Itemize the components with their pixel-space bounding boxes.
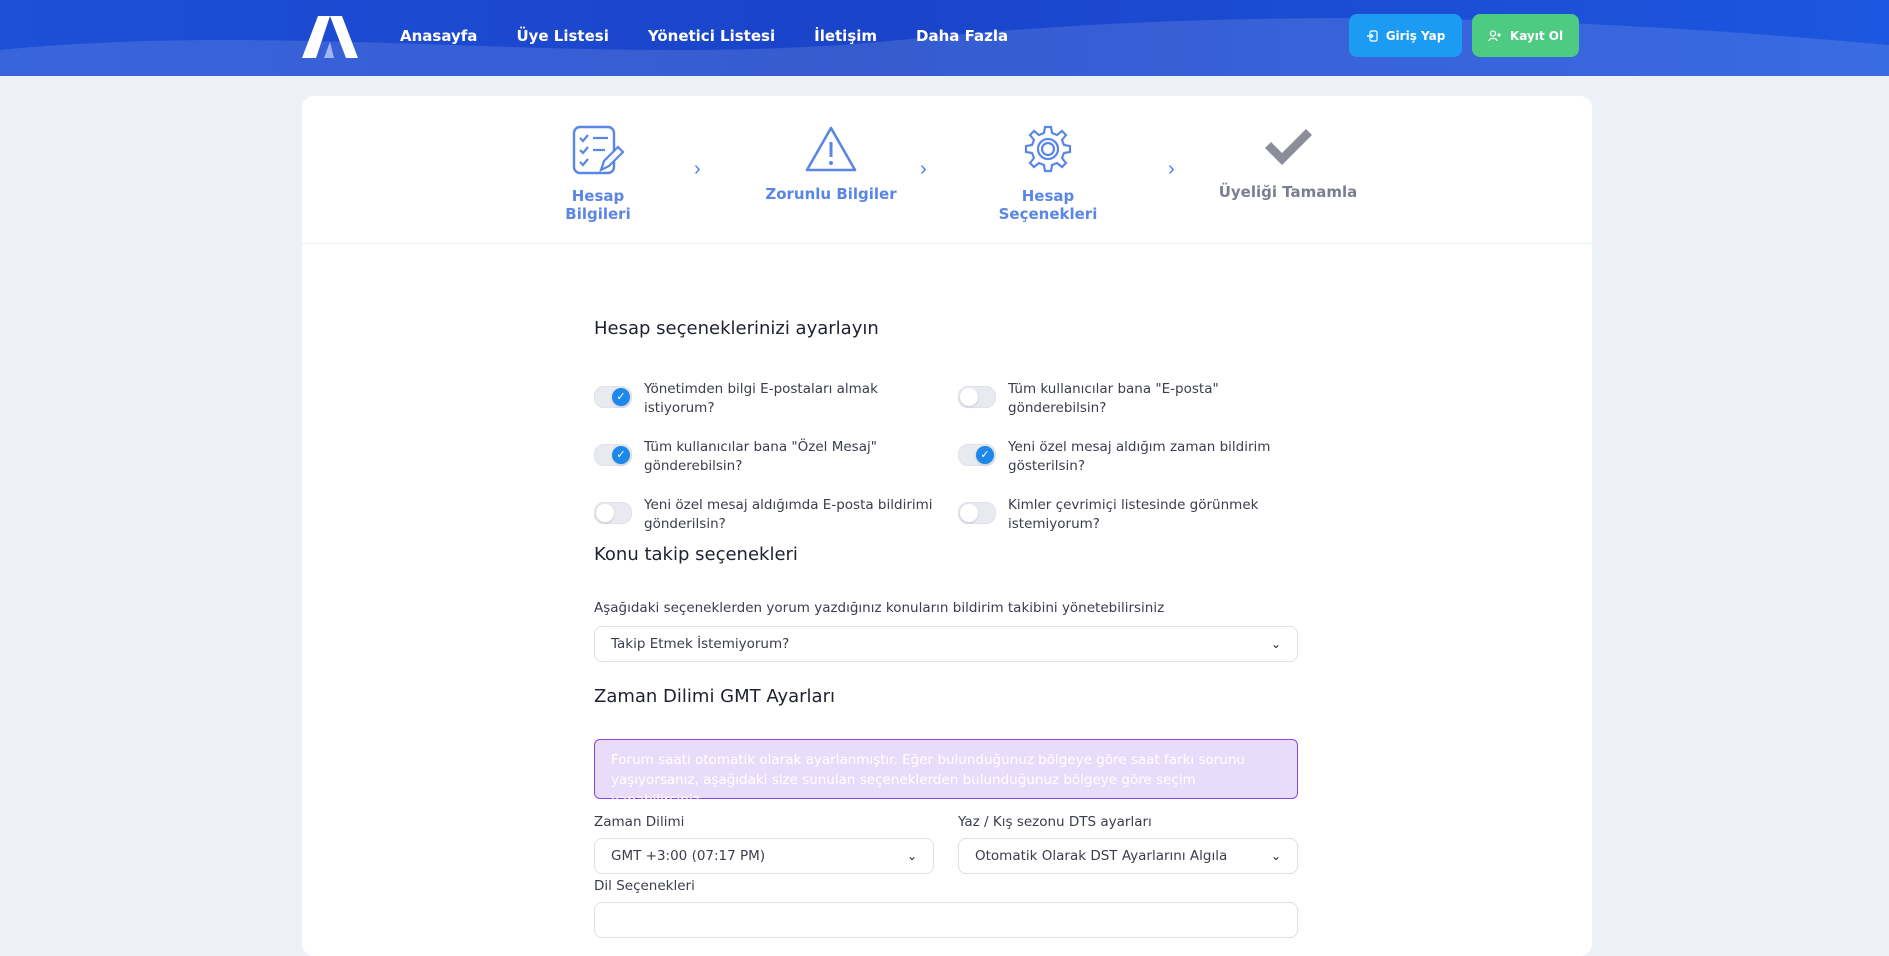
language-select[interactable] bbox=[594, 902, 1298, 938]
step-arrow-icon: › bbox=[694, 158, 701, 180]
select-value: Otomatik Olarak DST Ayarlarını Algıla bbox=[975, 848, 1228, 864]
check-icon: ✓ bbox=[976, 446, 994, 464]
register-button[interactable]: Kayıt Ol bbox=[1472, 14, 1579, 57]
step-required-info: Zorunlu Bilgiler bbox=[756, 124, 906, 203]
option-label: Tüm kullanıcılar bana "Özel Mesaj" gönde… bbox=[644, 439, 877, 474]
top-header: Anasayfa Üye Listesi Yönetici Listesi İl… bbox=[0, 0, 1889, 76]
checkmark-icon bbox=[1265, 129, 1312, 165]
toggle-switch[interactable] bbox=[958, 386, 996, 408]
registration-steps: Hesap Bilgileri › Zorunlu Bilgiler › Hes… bbox=[302, 96, 1592, 244]
dst-select[interactable]: Otomatik Olarak DST Ayarlarını Algıla ⌄ bbox=[958, 838, 1298, 874]
topic-description: Aşağıdaki seçeneklerden yorum yazdığınız… bbox=[594, 600, 1165, 616]
toggle-switch[interactable]: ✓ bbox=[958, 444, 996, 466]
option-pm-email-notification[interactable]: Yeni özel mesaj aldığımda E-posta bildir… bbox=[594, 496, 944, 534]
gear-icon bbox=[1024, 125, 1072, 173]
option-label: Yeni özel mesaj aldığımda E-posta bildir… bbox=[644, 497, 933, 532]
option-label: Yönetimden bilgi E-postaları almak istiy… bbox=[644, 381, 878, 416]
nav-more[interactable]: Daha Fazla bbox=[916, 27, 1008, 45]
check-icon: ✓ bbox=[612, 388, 630, 406]
login-button[interactable]: Giriş Yap bbox=[1349, 14, 1462, 57]
chevron-down-icon: ⌄ bbox=[1270, 637, 1281, 651]
step-arrow-icon: › bbox=[920, 158, 927, 180]
registration-card: Hesap Bilgileri › Zorunlu Bilgiler › Hes… bbox=[302, 96, 1592, 956]
nav-home[interactable]: Anasayfa bbox=[400, 27, 477, 45]
option-pm-notification[interactable]: ✓ Yeni özel mesaj aldığım zaman bildirim… bbox=[958, 438, 1308, 476]
step-label: Hesap Seçenekleri bbox=[998, 187, 1098, 223]
timezone-title: Zaman Dilimi GMT Ayarları bbox=[594, 686, 835, 707]
checklist-icon bbox=[572, 125, 625, 175]
dst-label: Yaz / Kış sezonu DTS ayarları bbox=[958, 814, 1152, 830]
option-label: Kimler çevrimiçi listesinde görünmek ist… bbox=[1008, 497, 1259, 532]
step-account-info: Hesap Bilgileri bbox=[538, 124, 658, 223]
account-options-title: Hesap seçeneklerinizi ayarlayın bbox=[594, 318, 879, 339]
toggle-switch[interactable] bbox=[594, 502, 632, 524]
step-complete: Üyeliği Tamamla bbox=[1218, 124, 1358, 201]
nav-member-list[interactable]: Üye Listesi bbox=[516, 27, 608, 45]
toggle-switch[interactable]: ✓ bbox=[594, 444, 632, 466]
step-account-options: Hesap Seçenekleri bbox=[978, 124, 1118, 223]
select-value: Takip Etmek İstemiyorum? bbox=[611, 636, 790, 652]
toggle-switch[interactable]: ✓ bbox=[594, 386, 632, 408]
option-label: Tüm kullanıcılar bana "E-posta" göndereb… bbox=[1008, 381, 1219, 416]
chevron-down-icon: ⌄ bbox=[906, 849, 917, 863]
option-admin-emails[interactable]: ✓ Yönetimden bilgi E-postaları almak ist… bbox=[594, 380, 944, 418]
step-label: Üyeliği Tamamla bbox=[1218, 183, 1358, 201]
nav-contact[interactable]: İletişim bbox=[814, 27, 877, 45]
nav-admin-list[interactable]: Yönetici Listesi bbox=[648, 27, 775, 45]
option-users-private-message[interactable]: ✓ Tüm kullanıcılar bana "Özel Mesaj" gön… bbox=[594, 438, 944, 476]
timezone-label: Zaman Dilimi bbox=[594, 814, 685, 830]
topic-follow-select[interactable]: Takip Etmek İstemiyorum? ⌄ bbox=[594, 626, 1298, 662]
warning-icon bbox=[805, 126, 857, 172]
chevron-down-icon: ⌄ bbox=[1270, 849, 1281, 863]
login-label: Giriş Yap bbox=[1385, 28, 1446, 43]
add-user-icon bbox=[1488, 29, 1501, 41]
register-label: Kayıt Ol bbox=[1509, 28, 1564, 43]
option-hide-online[interactable]: Kimler çevrimiçi listesinde görünmek ist… bbox=[958, 496, 1308, 534]
login-icon bbox=[1366, 29, 1378, 42]
timezone-alert: Forum saati otomatik olarak ayarlanmıştı… bbox=[594, 739, 1298, 808]
step-arrow-icon: › bbox=[1168, 158, 1175, 180]
toggle-switch[interactable] bbox=[958, 502, 996, 524]
option-label: Yeni özel mesaj aldığım zaman bildirim g… bbox=[1008, 439, 1271, 474]
option-users-email[interactable]: Tüm kullanıcılar bana "E-posta" göndereb… bbox=[958, 380, 1308, 418]
step-label: Zorunlu Bilgiler bbox=[765, 185, 897, 203]
step-label: Hesap Bilgileri bbox=[565, 187, 631, 223]
check-icon: ✓ bbox=[612, 446, 630, 464]
select-value: GMT +3:00 (07:17 PM) bbox=[611, 848, 766, 864]
main-nav: Anasayfa Üye Listesi Yönetici Listesi İl… bbox=[400, 0, 1047, 72]
site-logo[interactable] bbox=[300, 14, 360, 58]
timezone-select[interactable]: GMT +3:00 (07:17 PM) ⌄ bbox=[594, 838, 934, 874]
language-label: Dil Seçenekleri bbox=[594, 878, 695, 894]
topic-options-title: Konu takip seçenekleri bbox=[594, 544, 798, 565]
